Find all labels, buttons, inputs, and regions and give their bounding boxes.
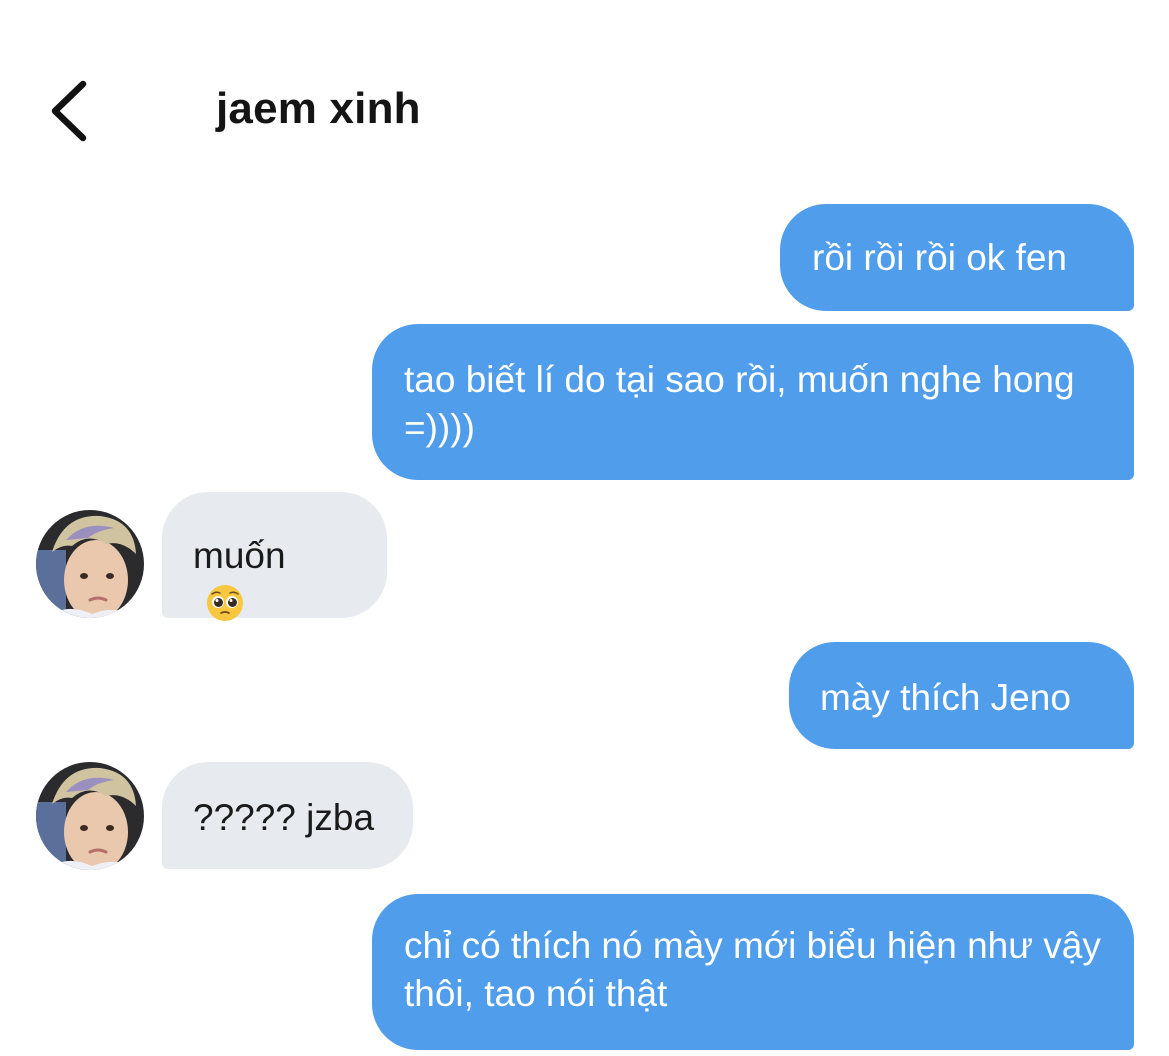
avatar[interactable]: [36, 510, 144, 618]
pleading-face-emoji-icon: [205, 583, 245, 623]
chevron-left-icon: [47, 80, 91, 142]
contact-name[interactable]: jaem xinh: [216, 82, 421, 136]
message-bubble-received[interactable]: ????? jzba: [162, 762, 413, 869]
message-text: tao biết lí do tại sao rồi, muốn nghe ho…: [404, 359, 1075, 448]
avatar[interactable]: [36, 762, 144, 870]
message-bubble-sent[interactable]: chỉ có thích nó mày mới biểu hiện như vậ…: [372, 894, 1134, 1050]
message-bubble-sent[interactable]: mày thích Jeno: [789, 642, 1134, 749]
message-text: chỉ có thích nó mày mới biểu hiện như vậ…: [404, 925, 1101, 1014]
back-button[interactable]: [34, 72, 104, 150]
message-text: muốn: [193, 535, 286, 576]
message-text: mày thích Jeno: [820, 677, 1071, 718]
message-text: rồi rồi rồi ok fen: [812, 237, 1067, 278]
message-bubble-received[interactable]: muốn: [162, 492, 387, 621]
message-bubble-sent[interactable]: rồi rồi rồi ok fen: [780, 204, 1134, 311]
message-text: ????? jzba: [193, 797, 375, 838]
message-bubble-sent[interactable]: tao biết lí do tại sao rồi, muốn nghe ho…: [372, 324, 1134, 480]
chat-header: jaem xinh: [0, 0, 1169, 170]
